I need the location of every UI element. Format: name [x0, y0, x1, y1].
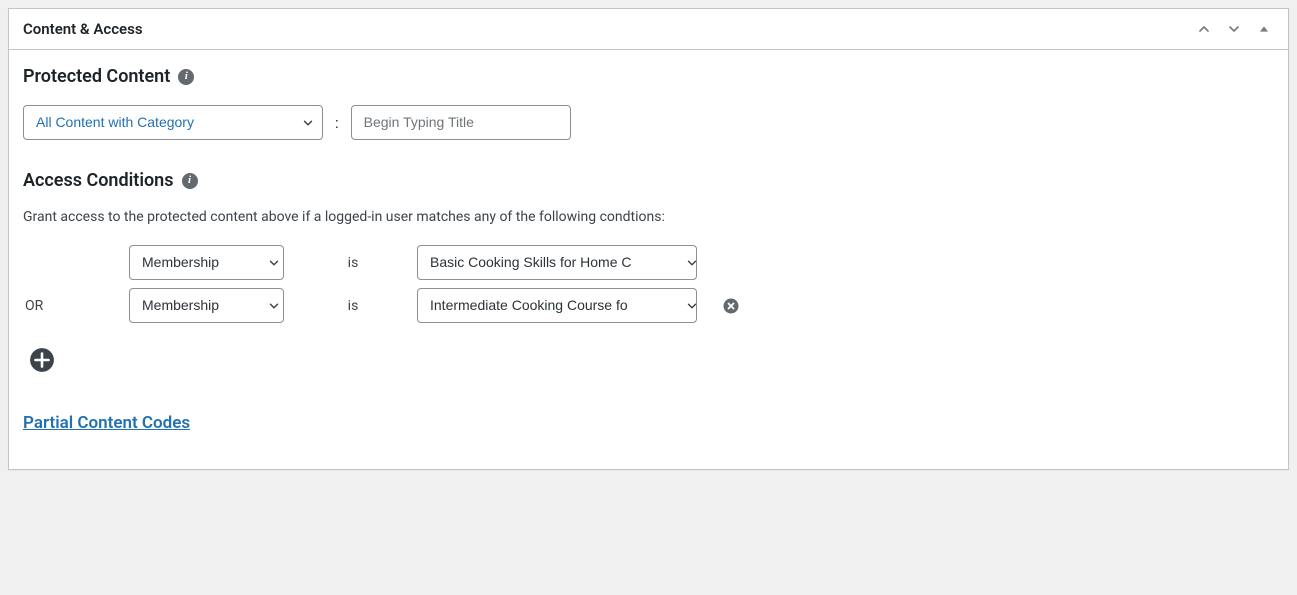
partial-content-codes-link[interactable]: Partial Content Codes: [23, 413, 190, 433]
condition-value-select-wrap: Intermediate Cooking Course fo: [417, 288, 707, 323]
panel-title: Content & Access: [23, 20, 143, 38]
condition-value-select[interactable]: Intermediate Cooking Course fo: [417, 288, 697, 323]
chevron-up-icon: [1196, 21, 1212, 37]
protected-content-heading: Protected Content: [23, 66, 170, 87]
close-circle-icon: [721, 296, 741, 316]
content-access-panel: Content & Access Protected Content i: [8, 8, 1289, 470]
condition-or-label: OR: [25, 298, 115, 314]
panel-header: Content & Access: [9, 9, 1288, 50]
panel-body: Protected Content i All Content with Cat…: [9, 50, 1288, 469]
condition-type-select-wrap: Membership: [129, 245, 289, 280]
info-icon[interactable]: i: [178, 69, 194, 85]
info-icon[interactable]: i: [182, 173, 198, 189]
separator-colon: :: [335, 114, 339, 132]
content-title-input[interactable]: [351, 105, 571, 140]
chevron-down-icon: [1226, 21, 1242, 37]
condition-is-label: is: [303, 298, 403, 314]
remove-condition-button[interactable]: [721, 296, 761, 316]
condition-type-select[interactable]: Membership: [129, 288, 284, 323]
move-up-button[interactable]: [1194, 19, 1214, 39]
condition-type-select-wrap: Membership: [129, 288, 289, 323]
move-down-button[interactable]: [1224, 19, 1244, 39]
condition-value-select[interactable]: Basic Cooking Skills for Home C: [417, 245, 697, 280]
condition-is-label: is: [303, 255, 403, 271]
content-scope-select-wrap: All Content with Category: [23, 105, 323, 140]
content-scope-select[interactable]: All Content with Category: [23, 105, 323, 140]
protected-content-row: All Content with Category :: [23, 105, 1274, 140]
condition-type-select[interactable]: Membership: [129, 245, 284, 280]
condition-value-select-wrap: Basic Cooking Skills for Home C: [417, 245, 707, 280]
plus-circle-icon: [29, 347, 55, 373]
access-conditions-description: Grant access to the protected content ab…: [23, 209, 1274, 225]
panel-header-controls: [1194, 19, 1274, 39]
triangle-up-icon: [1256, 21, 1272, 37]
protected-content-heading-row: Protected Content i: [23, 66, 1274, 87]
add-condition-button[interactable]: [29, 347, 55, 373]
access-conditions-heading: Access Conditions: [23, 170, 174, 191]
access-conditions-heading-row: Access Conditions i: [23, 170, 1274, 191]
conditions-grid: Membership is Basic Cooking Skills for H…: [23, 245, 1274, 323]
collapse-toggle-button[interactable]: [1254, 19, 1274, 39]
